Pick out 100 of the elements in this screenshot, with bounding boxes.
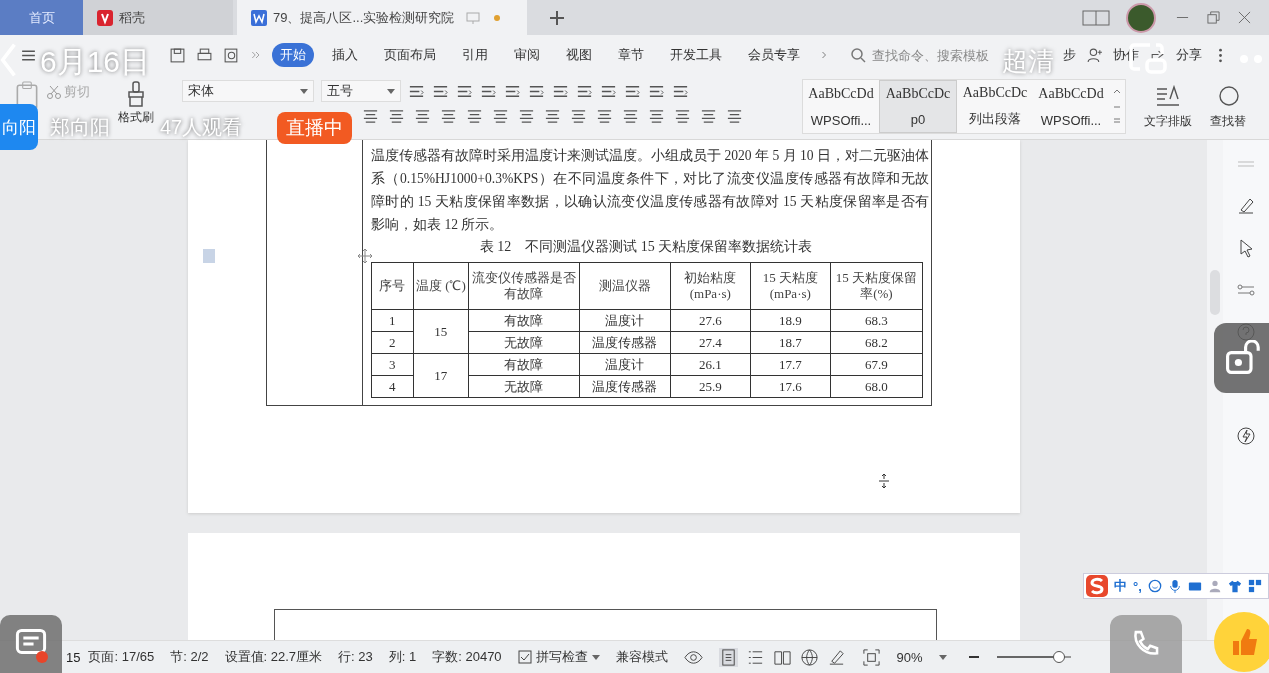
screen-lock-button[interactable] [1214,323,1269,393]
pen-icon[interactable] [1236,196,1256,216]
restore-icon[interactable] [1207,11,1220,24]
table-cell: 温度计 [579,309,671,332]
ribbon-tab[interactable]: 会员专享 [740,43,808,67]
style-preset[interactable]: AaBbCcDc 列出段落 [957,80,1033,133]
style-preset[interactable]: AaBbCcDc p0 [879,80,957,133]
microphone-icon[interactable] [1167,579,1182,593]
zoom-level-dropdown[interactable]: 90% [896,649,923,665]
table-cell: 25.9 [670,375,751,398]
move-handle-icon[interactable] [357,248,373,264]
table-cell: 68.3 [830,309,923,332]
column-header: 流变仪传感器是否有故障 [468,262,580,310]
lightning-icon[interactable] [1236,426,1256,446]
ribbon-tab[interactable]: 开发工具 [662,43,730,67]
fit-page-icon[interactable] [861,647,881,667]
text-layout-icon [1155,84,1181,109]
status-label[interactable]: 页面: 17/65 [88,648,155,666]
body-paragraph: 温度传感器有故障时采用温度计来测试温度。小组成员于 2020 年 5 月 10 日，对二元驱油体系（0.15%HJ1000+0.3%KPS）在不同温度条件下，对比了流变仪温度传感器有故障和无故障时的 15 天粘度保留率数据，以确认流变仪温度传感器有故障对 15 天粘度保留率是否有影响，如表 12 所示。 [371,147,929,234]
status-label[interactable]: 列: 1 [388,648,417,666]
unsaved-dot [494,14,501,21]
table-cell: 67.9 [830,353,923,376]
status-label[interactable]: 行: 23 [338,648,373,666]
host-badge[interactable]: 向阳 [0,104,38,150]
table-cell: 18.9 [750,309,831,332]
globe-icon[interactable] [799,647,819,667]
table-cell: 4 [371,375,413,398]
person-add-icon[interactable] [1086,46,1103,64]
column-header: 序号 [371,262,413,310]
caret-icon [387,88,395,94]
document-tab[interactable]: 首页 [0,0,83,35]
punctuation-toggle[interactable]: °, [1133,578,1142,594]
table-cell: 2 [371,331,413,354]
print-preview-icon[interactable] [223,46,240,64]
column-header: 测温仪器 [579,262,671,310]
table-cell: 27.6 [670,309,751,332]
table-cell: 68.0 [830,375,923,398]
table-cell: 3 [371,353,413,376]
resize-cursor-icon [878,474,890,488]
table-cell: 温度传感器 [579,375,671,398]
font-size-dropdown[interactable]: 五号 [321,80,401,102]
status-label[interactable]: 节: 2/2 [170,648,209,666]
new-tab-icon[interactable] [549,9,565,26]
notification-dot [36,651,48,663]
shirt-icon[interactable] [1227,579,1242,593]
font-family-dropdown[interactable]: 宋体 [182,80,314,102]
caret-icon [938,654,947,660]
close-icon[interactable] [1238,11,1251,24]
ime-logo-icon[interactable] [1086,575,1108,597]
camera-lock-icon [1223,340,1260,376]
column-header: 初始粘度 (mPa·s) [670,262,751,310]
share-label[interactable]: 分享 [1176,46,1202,64]
table-cell: 15 [413,309,469,354]
viewer-count: 47人观看 [160,115,243,140]
text-layout-button[interactable]: 文字排版 [1144,75,1192,139]
quality-toggle[interactable]: 超清 [1002,44,1054,79]
input-mode-toggle[interactable]: 中 [1114,577,1127,595]
search-icon [850,47,866,63]
ribbon-tab[interactable]: 章节 [610,43,652,67]
compat-mode-label[interactable]: 兼容模式 [615,648,668,666]
writer-logo-icon [251,9,267,26]
ribbon-tab[interactable]: 审阅 [506,43,548,67]
monitor-icon [466,11,481,24]
scissors-icon [46,84,62,100]
table-cell: 无故障 [468,375,580,398]
find-replace-button[interactable]: 查找替 [1210,75,1246,139]
spell-check-button[interactable]: 拼写检查 [517,648,600,666]
status-label[interactable]: 字数: 20470 [432,648,502,666]
table-cell: 68.2 [830,331,923,354]
table-cell: 有故障 [468,309,580,332]
ribbon-tab[interactable]: 插入 [324,43,366,67]
table-cell: 26.1 [670,353,751,376]
check-box-icon [517,650,532,664]
table-cell: 17.7 [750,353,831,376]
document-tab[interactable]: 稻壳 [83,0,233,35]
format-painter-button[interactable]: 格式刷 [118,81,154,126]
page-number-label: 15 [66,649,81,665]
ribbon-tab[interactable]: 页面布局 [376,43,444,67]
document-tab[interactable]: 79、提高八区...实验检测研究院 [237,0,527,35]
live-badge: 直播中 [277,112,352,144]
smiley-icon[interactable] [1147,579,1162,593]
table-cell: 有故障 [468,353,580,376]
brush-icon [126,81,146,107]
save-icon[interactable] [169,46,186,64]
avatar[interactable] [1126,2,1156,33]
page-view-icon[interactable] [718,647,738,667]
table-cell: 温度计 [579,353,671,376]
table-caption: 表 12 不同测温仪器测试 15 天粘度保留率数据统计表 [478,238,814,256]
column-header: 15 天粘度保留率(%) [830,262,923,310]
table-cell: 18.7 [750,331,831,354]
table-cell: 17 [413,353,469,398]
status-label[interactable]: 设置值: 22.7厘米 [224,648,323,666]
sync-label[interactable]: 步 [1063,46,1076,64]
ribbon-tab[interactable]: 开始 [272,43,314,67]
style-preset[interactable]: AaBbCcDd WPSOffi... [803,80,879,133]
grid-icon[interactable] [1247,579,1262,593]
style-preset[interactable]: AaBbCcDd WPSOffi... [1033,80,1109,133]
ribbon-tab[interactable]: 引用 [454,43,496,67]
message-button[interactable] [0,615,62,673]
ribbon-tab[interactable]: 视图 [558,43,600,67]
